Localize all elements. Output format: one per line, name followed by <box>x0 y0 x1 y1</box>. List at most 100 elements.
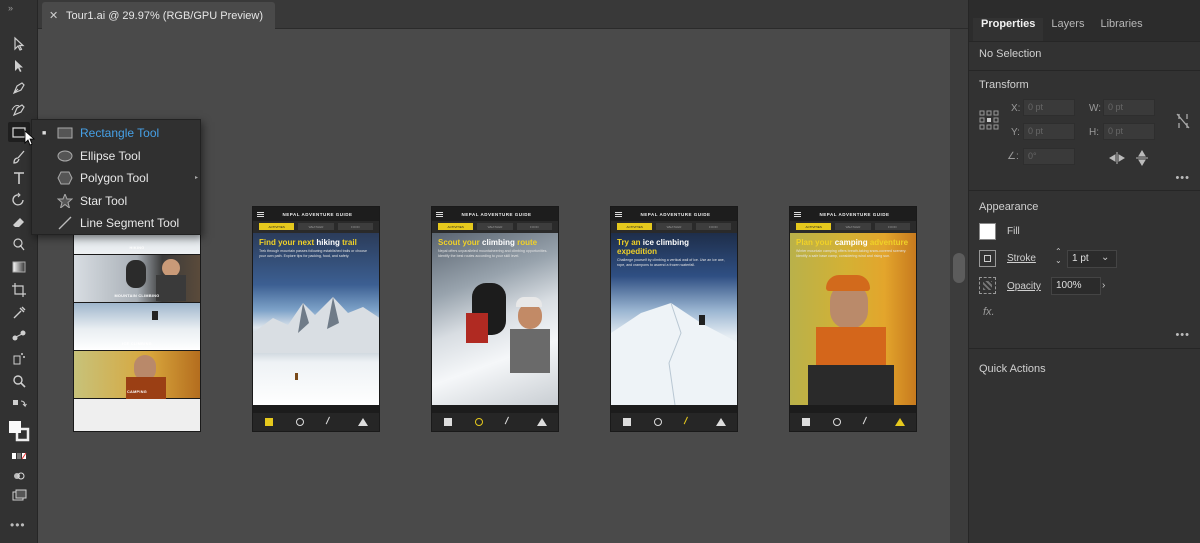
eyedropper-tool-icon[interactable] <box>8 303 30 323</box>
artboard-header: NEPAL ADVENTURE GUIDE <box>611 207 737 221</box>
flip-horizontal-icon[interactable] <box>1109 151 1125 165</box>
scrollbar-thumb[interactable] <box>953 253 965 283</box>
close-tab-icon[interactable]: ✕ <box>49 9 58 22</box>
zoom-tool-icon[interactable] <box>8 371 30 391</box>
tools-panel: » ••• <box>0 0 38 543</box>
y-field[interactable]: 0 pt <box>1023 123 1075 140</box>
flyout-polygon-tool[interactable]: Polygon Tool <box>32 167 202 189</box>
nav-activities: ACTIVITIES <box>438 223 474 230</box>
rope-icon <box>295 418 304 426</box>
flyout-item-label: Ellipse Tool <box>80 149 141 163</box>
screen-mode-icon[interactable] <box>8 486 30 506</box>
document-tab[interactable]: ✕ Tour1.ai @ 29.97% (RGB/GPU Preview) <box>42 2 276 29</box>
artboard-footer <box>611 413 737 431</box>
rotate-tool-icon[interactable] <box>8 190 30 210</box>
hero-image: Scout your climbing route Nepal offers u… <box>432 233 558 405</box>
flyout-line-segment-tool[interactable]: Line Segment Tool <box>32 212 202 234</box>
selection-tool-icon[interactable] <box>8 34 30 54</box>
flip-vertical-icon[interactable] <box>1135 150 1149 166</box>
artboard-body: Trek through mountain passes following e… <box>259 249 367 258</box>
stroke-dropdown-chevron-icon[interactable]: ⌄ <box>1101 252 1109 263</box>
direct-selection-tool-icon[interactable] <box>8 56 30 76</box>
width-field[interactable]: 0 pt <box>1103 99 1155 116</box>
tear-off-arrow-icon[interactable]: ▸ <box>195 174 198 181</box>
tent-icon <box>715 418 726 426</box>
opacity-chevron-icon[interactable]: › <box>1102 280 1105 291</box>
document-tab-bar: ✕ Tour1.ai @ 29.97% (RGB/GPU Preview) <box>38 0 968 29</box>
selected-marker-icon: ■ <box>42 129 47 137</box>
symbol-sprayer-tool-icon[interactable] <box>8 348 30 368</box>
pen-tool-icon[interactable] <box>8 78 30 98</box>
opacity-label[interactable]: Opacity <box>1007 281 1041 292</box>
list-item: CAMPING <box>74 351 200 399</box>
tent-icon <box>536 418 547 426</box>
artboard-hiking[interactable]: NEPAL ADVENTURE GUIDE ACTIVITIES WEATHER… <box>252 206 380 432</box>
list-item-label: HIKING <box>129 246 145 250</box>
gradient-tool-icon[interactable] <box>8 257 30 277</box>
angle-field[interactable]: 0° <box>1023 148 1075 165</box>
rope-icon <box>474 418 483 426</box>
eraser-tool-icon[interactable] <box>8 212 30 232</box>
nav-food: FOOD <box>874 223 910 230</box>
menu-icon <box>436 211 443 217</box>
properties-panel: Properties Layers Libraries No Selection… <box>968 0 1200 543</box>
tab-properties[interactable]: Properties <box>973 18 1044 41</box>
list-item-label: MOUNTAIN CLIMBING <box>114 294 160 298</box>
height-field[interactable]: 0 pt <box>1103 123 1155 140</box>
edit-toolbar-icon[interactable]: ••• <box>10 518 26 532</box>
hero-image: Plan your camping adventure Winter mount… <box>790 233 916 405</box>
collapse-toolbar-icon[interactable]: » <box>8 3 13 13</box>
opacity-field[interactable]: 100% <box>1051 277 1101 295</box>
artboard-footer <box>253 413 379 431</box>
paintbrush-tool-icon[interactable] <box>8 147 30 167</box>
artboard-headline: Scout your climbing route <box>438 238 538 247</box>
artboard-title: NEPAL ADVENTURE GUIDE <box>282 211 353 217</box>
nav-food: FOOD <box>337 223 373 230</box>
shape-builder-tool-icon[interactable] <box>8 234 30 254</box>
fill-stroke-swatch-icon[interactable] <box>8 418 30 444</box>
artboard-body: Winter mountain camping offers breath-ta… <box>796 249 907 258</box>
artboard-body: Challenge yourself by climbing a vertica… <box>617 258 725 267</box>
divider <box>969 348 1200 349</box>
artboard-ice-climbing[interactable]: NEPAL ADVENTURE GUIDE ACTIVITIES WEATHER… <box>610 206 738 432</box>
list-item: MOUNTAIN CLIMBING <box>74 255 200 303</box>
curvature-tool-icon[interactable] <box>8 100 30 120</box>
rope-icon <box>653 418 662 426</box>
stroke-weight-field[interactable]: 1 pt <box>1067 250 1117 268</box>
type-tool-icon[interactable] <box>8 168 30 188</box>
fill-swatch[interactable] <box>979 223 996 240</box>
transform-more-options-icon[interactable]: ••• <box>1175 172 1190 184</box>
stroke-label[interactable]: Stroke <box>1007 253 1036 264</box>
flyout-rectangle-tool[interactable]: ■ Rectangle Tool <box>32 122 202 144</box>
tab-layers[interactable]: Layers <box>1043 18 1092 41</box>
boot-icon <box>264 418 273 426</box>
fx-effects-icon[interactable]: fx. <box>983 306 995 318</box>
polygon-icon <box>56 171 74 185</box>
hero-image: Find your next hiking trail Trek through… <box>253 233 379 405</box>
artboard-climbing[interactable]: NEPAL ADVENTURE GUIDE ACTIVITIES WEATHER… <box>431 206 559 432</box>
star-icon <box>56 194 74 208</box>
nav-weather: WEATHER <box>477 223 513 230</box>
appearance-more-options-icon[interactable]: ••• <box>1175 329 1190 341</box>
tent-icon <box>357 418 368 426</box>
artboard-body: Nepal offers unparalleled mountaineering… <box>438 249 548 258</box>
artboard-tool-icon[interactable] <box>8 280 30 300</box>
artboard-activities-list[interactable]: HIKING MOUNTAIN CLIMBING ICE CLIMBING CA… <box>73 206 201 432</box>
vertical-scrollbar[interactable] <box>950 29 968 543</box>
tab-libraries[interactable]: Libraries <box>1092 18 1150 41</box>
swap-colors-icon[interactable] <box>8 396 30 416</box>
flyout-item-label: Rectangle Tool <box>80 126 160 140</box>
constrain-proportions-icon[interactable] <box>1175 112 1191 130</box>
blend-tool-icon[interactable] <box>8 326 30 346</box>
flyout-ellipse-tool[interactable]: Ellipse Tool <box>32 145 202 167</box>
color-mode-icon[interactable] <box>8 446 30 466</box>
reference-point-icon[interactable] <box>979 110 999 130</box>
artboard-camping[interactable]: NEPAL ADVENTURE GUIDE ACTIVITIES WEATHER… <box>789 206 917 432</box>
stroke-stepper-icon[interactable]: ⌃ ⌄ <box>1055 247 1062 265</box>
stroke-swatch[interactable] <box>979 250 996 267</box>
flyout-star-tool[interactable]: Star Tool <box>32 190 202 212</box>
shape-tools-flyout: ■ Rectangle Tool Ellipse Tool Polygon To… <box>31 119 201 235</box>
drawing-mode-icon[interactable] <box>8 466 30 486</box>
divider <box>969 190 1200 191</box>
x-field[interactable]: 0 pt <box>1023 99 1075 116</box>
